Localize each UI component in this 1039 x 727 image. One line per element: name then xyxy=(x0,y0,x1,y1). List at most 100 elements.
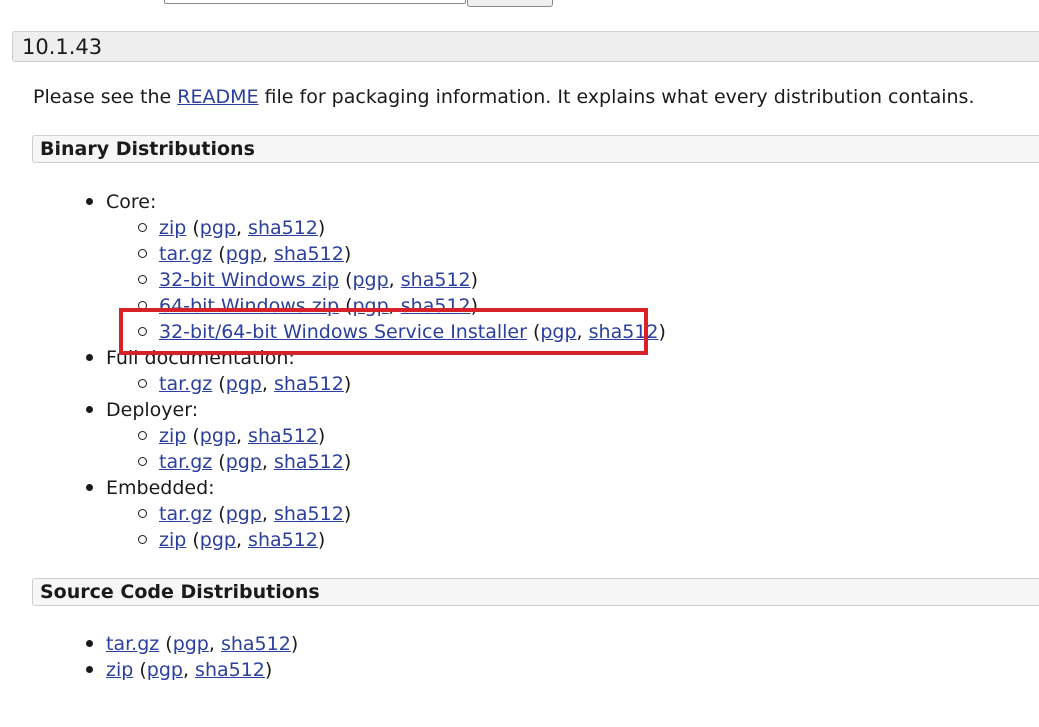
paren-close: ) xyxy=(343,451,352,473)
intro-before: Please see the xyxy=(33,86,178,108)
paren-close: ) xyxy=(317,217,326,239)
source-distributions-header: Source Code Distributions xyxy=(32,578,1039,606)
sha512-link[interactable]: sha512 xyxy=(274,243,344,265)
sha512-link[interactable]: sha512 xyxy=(589,321,659,343)
distribution-group-core: Core: zip (pgp, sha512) tar.gz (pgp, sha51… xyxy=(86,189,666,345)
separator: , xyxy=(208,633,221,655)
separator: , xyxy=(182,659,196,681)
paren-open: ( xyxy=(186,425,200,447)
download-link-64-bit-windows-zip[interactable]: 64-bit Windows zip xyxy=(159,295,339,317)
list-item: 32-bit Windows zip (pgp, sha512) xyxy=(106,267,666,293)
paren-close: ) xyxy=(317,529,326,551)
download-link-32-bit-windows-zip[interactable]: 32-bit Windows zip xyxy=(159,269,339,291)
paren-open: ( xyxy=(186,217,200,239)
separator: , xyxy=(235,529,249,551)
pgp-link[interactable]: pgp xyxy=(226,373,262,395)
paren-close: ) xyxy=(470,269,479,291)
paren-close: ) xyxy=(317,425,326,447)
pgp-link[interactable]: pgp xyxy=(226,243,262,265)
version-header: 10.1.43 xyxy=(12,31,1039,62)
distribution-group-deployer: Deployer: zip (pgp, sha512) tar.gz (pgp, s… xyxy=(86,397,666,475)
intro-after: file for packaging information. It expla… xyxy=(258,86,975,108)
readme-link[interactable]: README xyxy=(177,86,258,108)
separator: , xyxy=(261,243,274,265)
group-label: Embedded: xyxy=(106,477,215,499)
list-item: zip (pgp, sha512) xyxy=(106,423,666,449)
separator: , xyxy=(261,503,274,525)
paren-open: ( xyxy=(526,321,541,343)
source-distributions-title: Source Code Distributions xyxy=(40,581,320,603)
download-link-tar-gz[interactable]: tar.gz xyxy=(159,451,212,473)
download-link-zip[interactable]: zip xyxy=(159,425,186,447)
download-link-tar-gz[interactable]: tar.gz xyxy=(159,503,212,525)
download-link-zip[interactable]: zip xyxy=(106,659,133,681)
pgp-link[interactable]: pgp xyxy=(147,659,183,681)
list-item: tar.gz (pgp, sha512) xyxy=(106,371,666,397)
source-distributions-list: tar.gz (pgp, sha512) zip (pgp, sha512) xyxy=(86,631,298,683)
paren-open: ( xyxy=(159,633,173,655)
download-link-zip[interactable]: zip xyxy=(159,217,186,239)
list-item: zip (pgp, sha512) xyxy=(106,215,666,241)
paren-close: ) xyxy=(343,373,352,395)
group-items-list: zip (pgp, sha512) tar.gz (pgp, sha512) 32-… xyxy=(106,215,666,345)
paren-close: ) xyxy=(470,295,479,317)
paren-open: ( xyxy=(133,659,147,681)
top-search-input[interactable] xyxy=(164,0,466,4)
paren-open: ( xyxy=(212,451,226,473)
intro-text: Please see the README file for packaging… xyxy=(33,85,975,109)
binary-distributions-header: Binary Distributions xyxy=(32,135,1039,163)
sha512-link[interactable]: sha512 xyxy=(195,659,265,681)
paren-close: ) xyxy=(343,243,352,265)
paren-open: ( xyxy=(186,529,200,551)
separator: , xyxy=(261,373,274,395)
sha512-link[interactable]: sha512 xyxy=(274,373,344,395)
separator: , xyxy=(388,269,401,291)
list-item: tar.gz (pgp, sha512) xyxy=(106,501,666,527)
version-title: 10.1.43 xyxy=(22,35,103,59)
sha512-link[interactable]: sha512 xyxy=(221,633,291,655)
distribution-group-embedded: Embedded: tar.gz (pgp, sha512) zip (pgp, s… xyxy=(86,475,666,553)
paren-close: ) xyxy=(343,503,352,525)
download-link-tar-gz[interactable]: tar.gz xyxy=(159,243,212,265)
paren-close: ) xyxy=(290,633,299,655)
list-item: 32-bit/64-bit Windows Service Installer … xyxy=(106,319,666,345)
pgp-link[interactable]: pgp xyxy=(540,321,576,343)
sha512-link[interactable]: sha512 xyxy=(274,503,344,525)
pgp-link[interactable]: pgp xyxy=(352,295,388,317)
download-link-zip[interactable]: zip xyxy=(159,529,186,551)
sha512-link[interactable]: sha512 xyxy=(248,425,318,447)
list-item: 64-bit Windows zip (pgp, sha512) xyxy=(106,293,666,319)
group-label: Deployer: xyxy=(106,399,199,421)
separator: , xyxy=(576,321,589,343)
pgp-link[interactable]: pgp xyxy=(200,217,236,239)
separator: , xyxy=(388,295,401,317)
paren-open: ( xyxy=(212,503,226,525)
pgp-link[interactable]: pgp xyxy=(173,633,209,655)
separator: , xyxy=(235,425,249,447)
paren-open: ( xyxy=(212,373,226,395)
pgp-link[interactable]: pgp xyxy=(200,529,236,551)
top-search-button[interactable] xyxy=(467,0,553,7)
sha512-link[interactable]: sha512 xyxy=(248,529,318,551)
pgp-link[interactable]: pgp xyxy=(226,503,262,525)
group-label: Full documentation: xyxy=(106,347,295,369)
download-link-tar-gz[interactable]: tar.gz xyxy=(159,373,212,395)
group-items-list: tar.gz (pgp, sha512) zip (pgp, sha512) xyxy=(106,501,666,553)
pgp-link[interactable]: pgp xyxy=(200,425,236,447)
pgp-link[interactable]: pgp xyxy=(352,269,388,291)
list-item: tar.gz (pgp, sha512) xyxy=(106,449,666,475)
download-link-tar-gz[interactable]: tar.gz xyxy=(106,633,159,655)
separator: , xyxy=(261,451,274,473)
group-items-list: zip (pgp, sha512) tar.gz (pgp, sha512) xyxy=(106,423,666,475)
binary-distributions-title: Binary Distributions xyxy=(40,138,255,160)
download-link-32-bit-64-bit-windows-service-installer[interactable]: 32-bit/64-bit Windows Service Installer xyxy=(159,321,527,343)
list-item: zip (pgp, sha512) xyxy=(86,657,298,683)
sha512-link[interactable]: sha512 xyxy=(248,217,318,239)
pgp-link[interactable]: pgp xyxy=(226,451,262,473)
sha512-link[interactable]: sha512 xyxy=(274,451,344,473)
list-item: tar.gz (pgp, sha512) xyxy=(106,241,666,267)
sha512-link[interactable]: sha512 xyxy=(401,269,471,291)
paren-open: ( xyxy=(339,295,353,317)
sha512-link[interactable]: sha512 xyxy=(401,295,471,317)
paren-close: ) xyxy=(264,659,273,681)
